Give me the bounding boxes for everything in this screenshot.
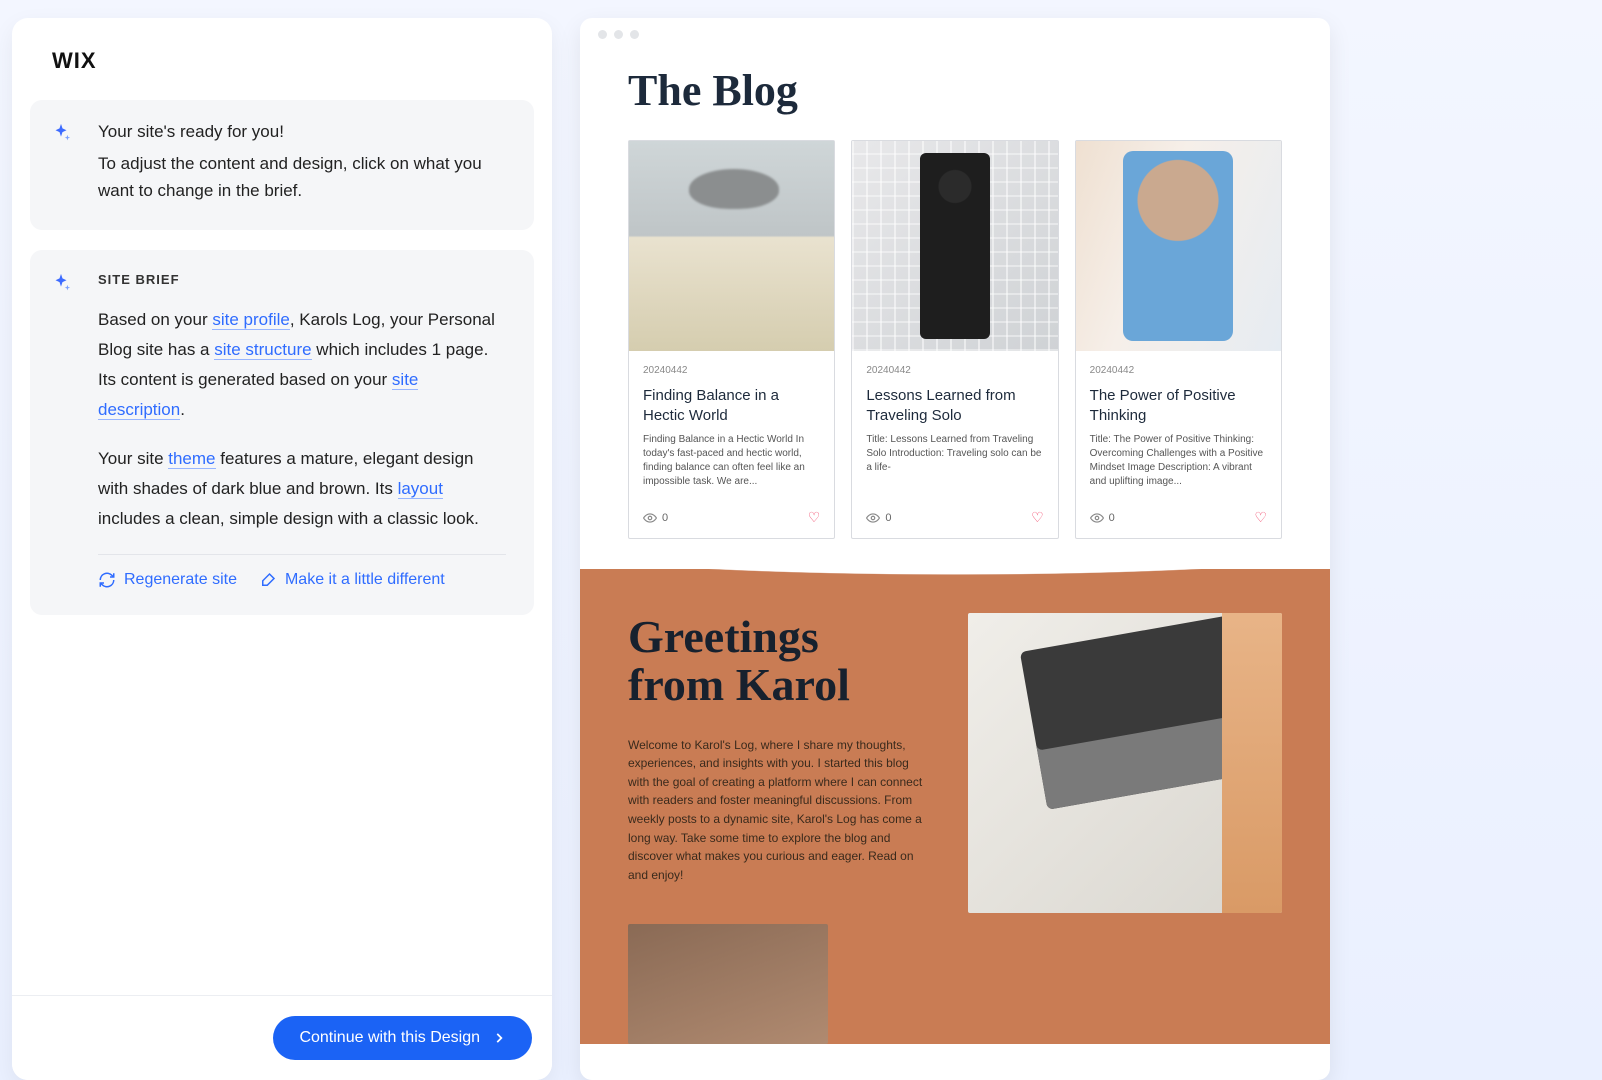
greetings-image <box>968 613 1282 913</box>
post-date: 20240442 <box>866 365 1043 376</box>
eye-icon <box>866 511 880 525</box>
greetings-body: Welcome to Karol's Log, where I share my… <box>628 736 928 885</box>
layout-link[interactable]: layout <box>398 479 443 499</box>
post-card[interactable]: 20240442 Lessons Learned from Traveling … <box>851 140 1058 539</box>
view-count: 0 <box>1090 511 1115 525</box>
assistant-line-1: Your site's ready for you! <box>98 122 506 142</box>
assistant-line-2: To adjust the content and design, click … <box>98 150 506 204</box>
blog-heading: The Blog <box>628 65 1282 116</box>
brief-actions: Regenerate site Make it a little differe… <box>98 571 506 589</box>
eye-icon <box>1090 511 1104 525</box>
site-profile-link[interactable]: site profile <box>212 310 289 330</box>
brief-heading: SITE BRIEF <box>98 272 506 287</box>
greetings-section: Greetings from Karol Welcome to Karol's … <box>580 569 1330 1044</box>
greetings-secondary-image <box>628 924 828 1044</box>
site-brief-card: SITE BRIEF Based on your site profile, K… <box>30 250 534 614</box>
post-date: 20240442 <box>643 365 820 376</box>
like-icon[interactable]: ♡ <box>808 509 821 526</box>
theme-link[interactable]: theme <box>168 449 215 469</box>
chevron-right-icon <box>492 1031 506 1045</box>
post-card[interactable]: 20240442 Finding Balance in a Hectic Wor… <box>628 140 835 539</box>
panel-footer: Continue with this Design <box>12 995 552 1080</box>
site-structure-link[interactable]: site structure <box>214 340 311 360</box>
make-different-button[interactable]: Make it a little different <box>259 571 445 589</box>
brief-paragraph-2: Your site theme features a mature, elega… <box>98 444 506 533</box>
post-excerpt: Finding Balance in a Hectic World In tod… <box>643 433 820 489</box>
preview-content[interactable]: The Blog 20240442 Finding Balance in a H… <box>580 45 1330 1080</box>
brush-icon <box>259 571 277 589</box>
greetings-heading: Greetings from Karol <box>628 613 928 710</box>
post-grid: 20240442 Finding Balance in a Hectic Wor… <box>628 140 1282 539</box>
post-image <box>629 141 834 351</box>
post-date: 20240442 <box>1090 365 1267 376</box>
post-title: Lessons Learned from Traveling Solo <box>866 386 1043 425</box>
post-image <box>852 141 1057 351</box>
site-preview-window: The Blog 20240442 Finding Balance in a H… <box>580 18 1330 1080</box>
browser-dots <box>580 18 1330 45</box>
regenerate-site-button[interactable]: Regenerate site <box>98 571 237 589</box>
assistant-panel: WIX Your site's ready for you! To adjust… <box>12 18 552 1080</box>
view-count: 0 <box>643 511 668 525</box>
wix-logo: WIX <box>30 48 534 74</box>
view-count: 0 <box>866 511 891 525</box>
post-excerpt: Title: The Power of Positive Thinking: O… <box>1090 433 1267 489</box>
eye-icon <box>643 511 657 525</box>
post-title: Finding Balance in a Hectic World <box>643 386 820 425</box>
like-icon[interactable]: ♡ <box>1031 509 1044 526</box>
blog-section: The Blog 20240442 Finding Balance in a H… <box>580 45 1330 569</box>
assistant-message-card: Your site's ready for you! To adjust the… <box>30 100 534 230</box>
post-excerpt: Title: Lessons Learned from Traveling So… <box>866 433 1043 489</box>
brief-paragraph-1: Based on your site profile, Karols Log, … <box>98 305 506 424</box>
post-image <box>1076 141 1281 351</box>
sparkle-icon <box>50 122 72 149</box>
post-title: The Power of Positive Thinking <box>1090 386 1267 425</box>
sparkle-icon <box>50 272 72 299</box>
regenerate-label: Regenerate site <box>124 571 237 589</box>
like-icon[interactable]: ♡ <box>1254 509 1267 526</box>
refresh-icon <box>98 571 116 589</box>
brief-divider <box>98 554 506 555</box>
continue-label: Continue with this Design <box>299 1029 480 1047</box>
continue-button[interactable]: Continue with this Design <box>273 1016 532 1060</box>
post-card[interactable]: 20240442 The Power of Positive Thinking … <box>1075 140 1282 539</box>
make-different-label: Make it a little different <box>285 571 445 589</box>
